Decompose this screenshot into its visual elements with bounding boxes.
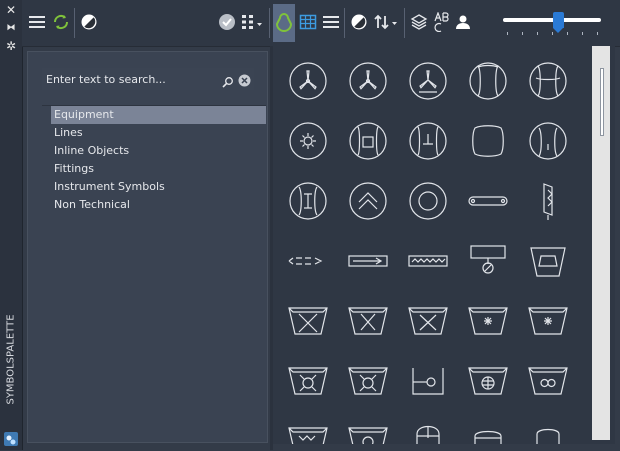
slider-tick [582, 32, 583, 35]
slider-tick [507, 32, 508, 35]
table-icon[interactable] [297, 10, 319, 34]
symbol-partial-1[interactable] [283, 416, 333, 444]
symbol-sun-vessel[interactable] [283, 116, 333, 166]
symbol-x-hopper-2[interactable] [343, 296, 393, 346]
sort-icon[interactable] [372, 10, 400, 34]
symbol-infinity-hopper[interactable] [523, 356, 573, 406]
toolbar-separator [344, 8, 345, 38]
symbol-ring-vessel[interactable] [403, 176, 453, 226]
symbol-vessel-3[interactable] [463, 116, 513, 166]
check-icon[interactable] [216, 10, 238, 34]
sync-icon[interactable] [50, 10, 72, 34]
slider-ticks [503, 32, 601, 36]
slider-tick [597, 32, 598, 35]
symbol-sparkle-hopper-2[interactable] [523, 296, 573, 346]
symbol-x-hopper-3[interactable] [403, 296, 453, 346]
symbol-fan-2[interactable] [343, 56, 393, 106]
slider-tick [567, 32, 568, 35]
slider-track [503, 18, 601, 22]
contrast-icon[interactable] [78, 10, 100, 34]
palette-side-strip: ✕ ⧓ ✲ SYMBOLSPALETTE [0, 0, 23, 450]
symbol-grid [273, 46, 573, 444]
symbol-partial-4[interactable] [463, 416, 513, 444]
symbol-square-vessel[interactable] [343, 116, 393, 166]
symbol-vessel-4[interactable] [523, 116, 573, 166]
symbol-circle-hopper-2[interactable] [343, 356, 393, 406]
user-icon[interactable] [452, 10, 474, 34]
symbol-conveyor[interactable] [463, 176, 513, 226]
symbol-t-vessel[interactable] [403, 116, 453, 166]
slider-tick [552, 32, 553, 35]
symbol-screw[interactable] [523, 176, 573, 226]
palette-title: SYMBOLSPALETTE [5, 314, 17, 405]
symbol-partial-3[interactable] [403, 416, 453, 444]
symbol-fan-3[interactable] [403, 56, 453, 106]
category-non-technical[interactable]: Non Technical [51, 196, 266, 214]
scrollbar-thumb[interactable] [600, 68, 604, 136]
layers-icon[interactable] [408, 10, 430, 34]
category-fittings[interactable]: Fittings [51, 160, 266, 178]
symbol-globe-hopper[interactable] [463, 356, 513, 406]
search-input[interactable] [46, 70, 214, 88]
symbol-partial-2[interactable] [343, 416, 393, 444]
spellcheck-icon[interactable] [430, 10, 452, 34]
symbol-panel [273, 46, 615, 444]
category-lines[interactable]: Lines [51, 124, 266, 142]
symbol-vessel-1[interactable] [463, 56, 513, 106]
palette-title-container: SYMBOLSPALETTE [5, 300, 17, 420]
category-equipment[interactable]: Equipment [51, 106, 266, 124]
view-options-icon[interactable] [240, 10, 266, 34]
contrast-icon-2[interactable] [348, 10, 370, 34]
collapse-icon[interactable]: ⧓ [5, 22, 17, 34]
zoom-slider[interactable] [503, 12, 603, 36]
list-icon[interactable] [320, 10, 342, 34]
search-box [42, 68, 254, 90]
symbol-lollipop-hopper[interactable] [403, 356, 453, 406]
app-logo-icon [4, 432, 18, 446]
symbol-sparkle-hopper-1[interactable] [463, 296, 513, 346]
slider-knob[interactable] [553, 12, 564, 33]
category-inline-objects[interactable]: Inline Objects [51, 142, 266, 160]
symbol-arrow-line[interactable] [283, 236, 333, 286]
toolbar-separator [404, 8, 405, 38]
toolbar-separator [269, 8, 270, 38]
symbol-zigzag-box[interactable] [403, 236, 453, 286]
toolbar-separator [74, 8, 75, 38]
symbol-vessel-2[interactable] [523, 56, 573, 106]
symbol-box-arrow[interactable] [343, 236, 393, 286]
settings-icon[interactable]: ✲ [5, 40, 17, 52]
symbol-box-circle[interactable] [463, 236, 513, 286]
symbol-i-vessel[interactable] [283, 176, 333, 226]
slider-tick [537, 32, 538, 35]
category-instrument-symbols[interactable]: Instrument Symbols [51, 178, 266, 196]
symbol-trapezoid-box[interactable] [523, 236, 573, 286]
toolbar [22, 0, 620, 47]
clear-search-icon[interactable] [238, 72, 251, 87]
symbol-circle-hopper-1[interactable] [283, 356, 333, 406]
slider-tick [522, 32, 523, 35]
symbol-fan-1[interactable] [283, 56, 333, 106]
symbol-scrollbar[interactable] [592, 46, 610, 440]
close-icon[interactable]: ✕ [5, 4, 17, 16]
symbol-x-hopper-1[interactable] [283, 296, 333, 346]
search-icon[interactable] [222, 73, 234, 88]
filter-icon[interactable] [273, 4, 295, 42]
symbol-partial-5[interactable] [523, 416, 573, 444]
menu-icon[interactable] [26, 10, 48, 34]
category-panel: Equipment Lines Inline Objects Fittings … [27, 51, 268, 443]
symbol-chevron-vessel[interactable] [343, 176, 393, 226]
